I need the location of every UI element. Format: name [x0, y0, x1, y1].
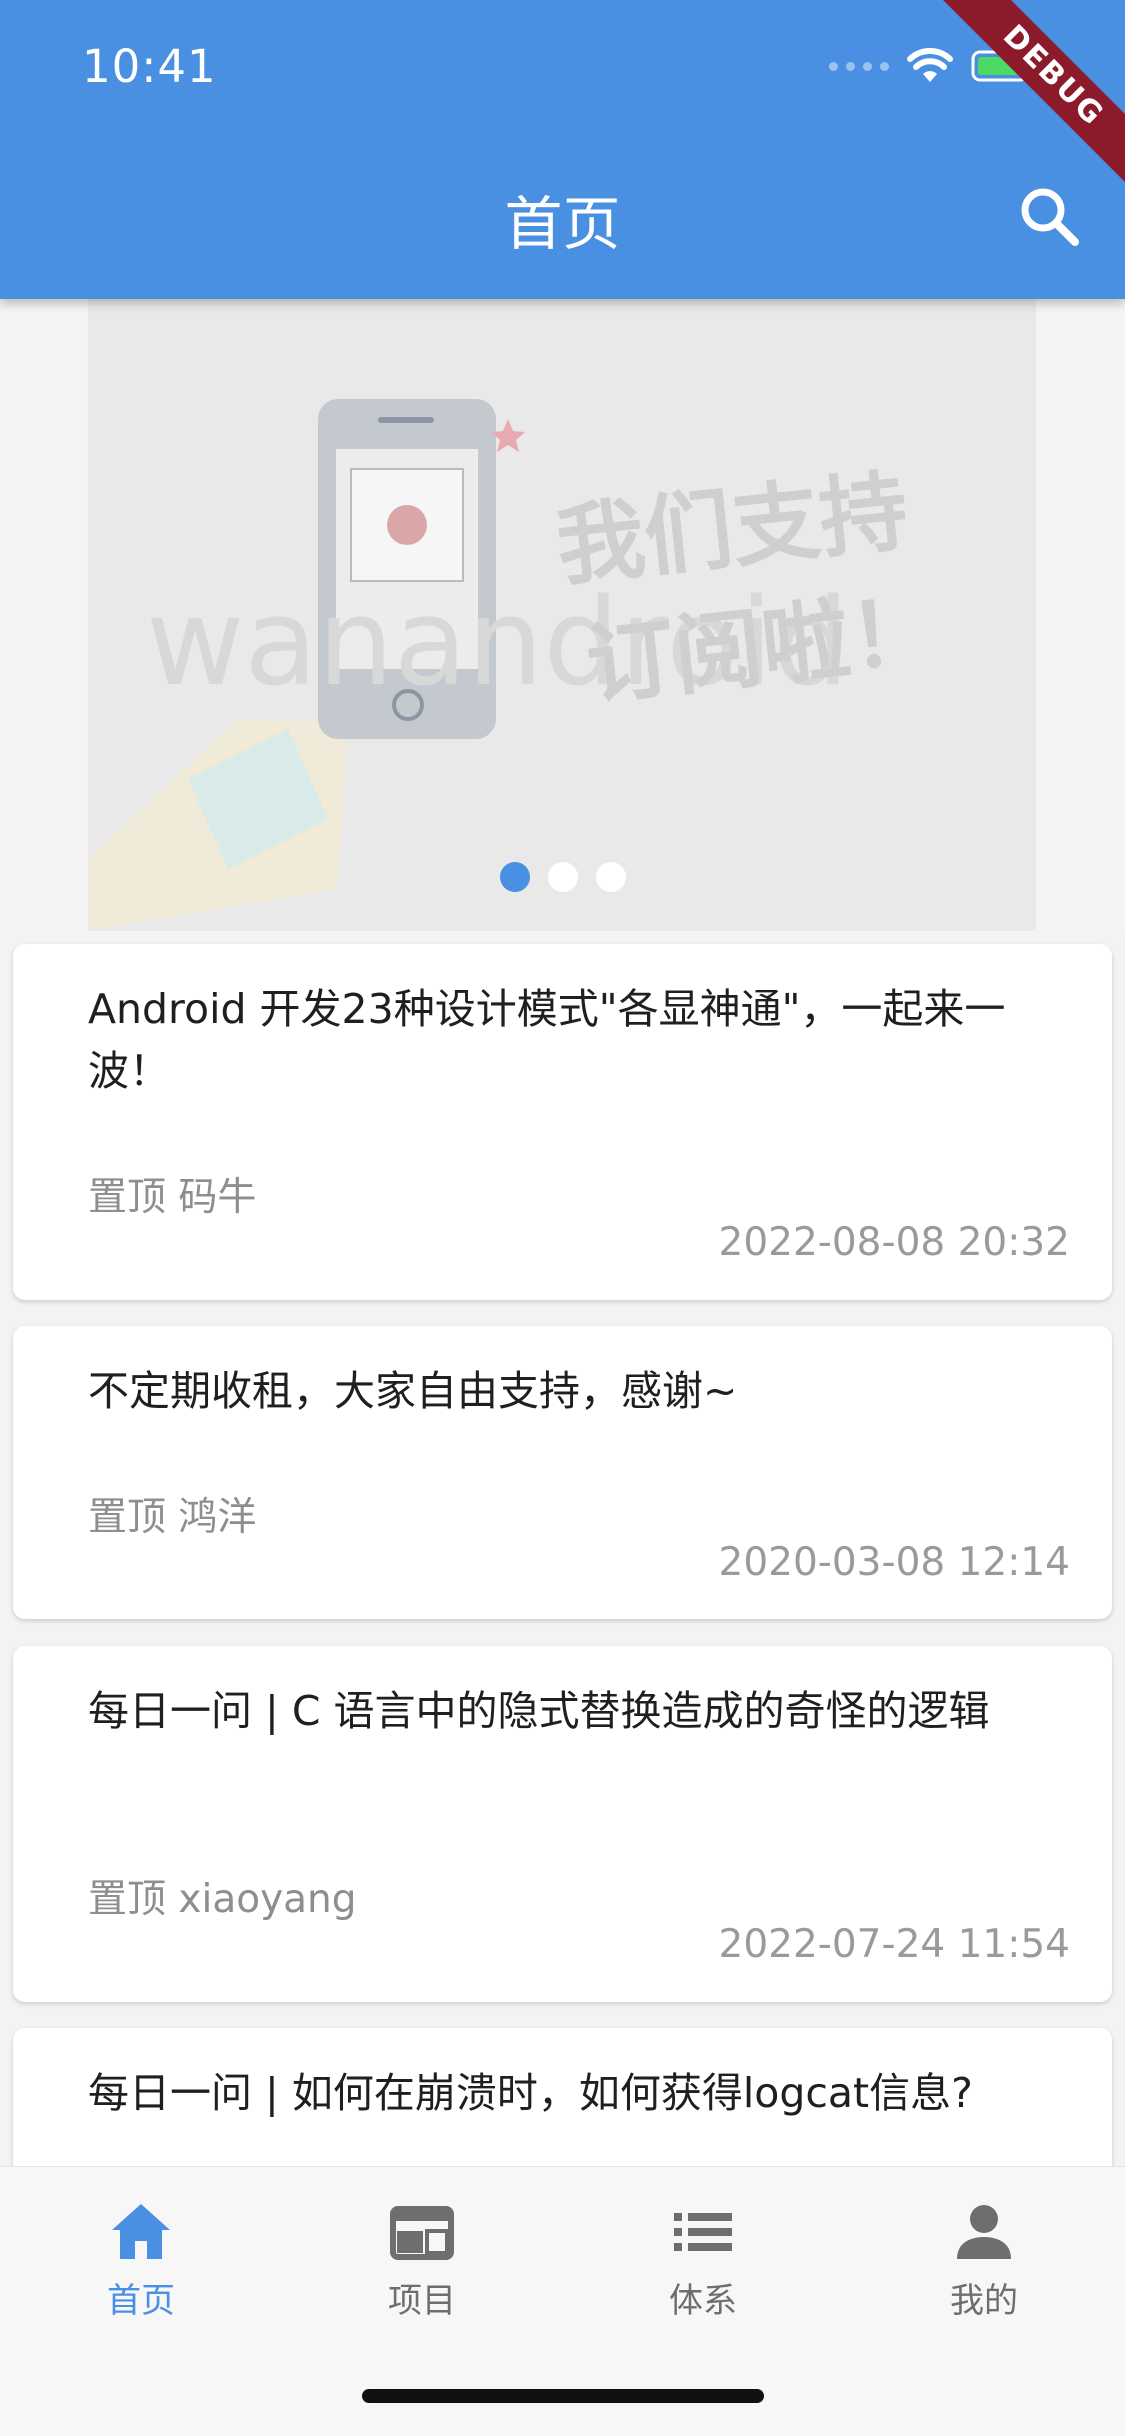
- page-title: 首页: [504, 190, 621, 258]
- article-date: 2020-03-08 12:14: [718, 1540, 1070, 1585]
- article-meta: 置顶 码牛: [88, 1175, 257, 1220]
- article-card[interactable]: 不定期收租，大家自由支持，感谢~ 置顶 鸿洋 2020-03-08 12:14: [13, 1326, 1112, 1619]
- article-title: 每日一问 | 如何在崩溃时，如何获得logcat信息?: [88, 2069, 973, 2117]
- tab-home[interactable]: 首页: [61, 2197, 221, 2322]
- screen: 10:41 首页 DEBUG wanandroid 我们支持 订阅啦！ Andr…: [0, 0, 1125, 2436]
- wifi-icon: [907, 48, 953, 82]
- search-button[interactable]: [1015, 182, 1085, 252]
- carousel-indicator: [0, 862, 1125, 892]
- carousel-dot[interactable]: [547, 862, 578, 892]
- banner-image[interactable]: wanandroid 我们支持 订阅啦！: [88, 299, 1036, 931]
- list-icon: [674, 2213, 732, 2251]
- article-meta: 置顶 xiaoyang: [88, 1877, 357, 1922]
- article-meta: 置顶 鸿洋: [88, 1495, 257, 1540]
- tab-home-label: 首页: [107, 2281, 175, 2321]
- tab-system[interactable]: 体系: [623, 2197, 783, 2322]
- carousel-dot[interactable]: [499, 862, 530, 892]
- banner-illustration: wanandroid 我们支持 订阅啦！: [88, 299, 1036, 931]
- tab-mine-label: 我的: [950, 2281, 1018, 2321]
- person-icon: [957, 2205, 1011, 2259]
- article-title: 不定期收租，大家自由支持，感谢~: [88, 1367, 738, 1415]
- status-time: 10:41: [82, 40, 217, 93]
- article-date: 2022-08-08 20:32: [718, 1220, 1070, 1265]
- article-date: 2022-07-24 11:54: [718, 1922, 1070, 1967]
- tab-project-label: 项目: [388, 2281, 456, 2321]
- carousel-dot[interactable]: [595, 862, 626, 892]
- home-icon: [112, 2204, 170, 2259]
- bottom-nav: 首页 项目 体系 我的: [0, 2166, 1125, 2436]
- home-indicator[interactable]: [362, 2389, 764, 2403]
- project-icon: [390, 2206, 454, 2260]
- search-icon: [1021, 188, 1079, 246]
- tab-project[interactable]: 项目: [342, 2197, 502, 2322]
- article-card[interactable]: 每日一问 | C 语言中的隐式替换造成的奇怪的逻辑 置顶 xiaoyang 20…: [13, 1646, 1112, 2002]
- signal-icon: [829, 61, 889, 71]
- banner-carousel[interactable]: wanandroid 我们支持 订阅啦！: [0, 299, 1125, 931]
- app-bar: 10:41 首页: [0, 0, 1125, 299]
- article-card[interactable]: Android 开发23种设计模式"各显神通"，一起来一波！ 置顶 码牛 202…: [13, 944, 1112, 1300]
- article-title: 每日一问 | C 语言中的隐式替换造成的奇怪的逻辑: [88, 1687, 990, 1735]
- tab-mine[interactable]: 我的: [904, 2197, 1064, 2322]
- article-title: Android 开发23种设计模式"各显神通"，一起来一波！: [88, 985, 1006, 1095]
- tab-system-label: 体系: [669, 2281, 737, 2321]
